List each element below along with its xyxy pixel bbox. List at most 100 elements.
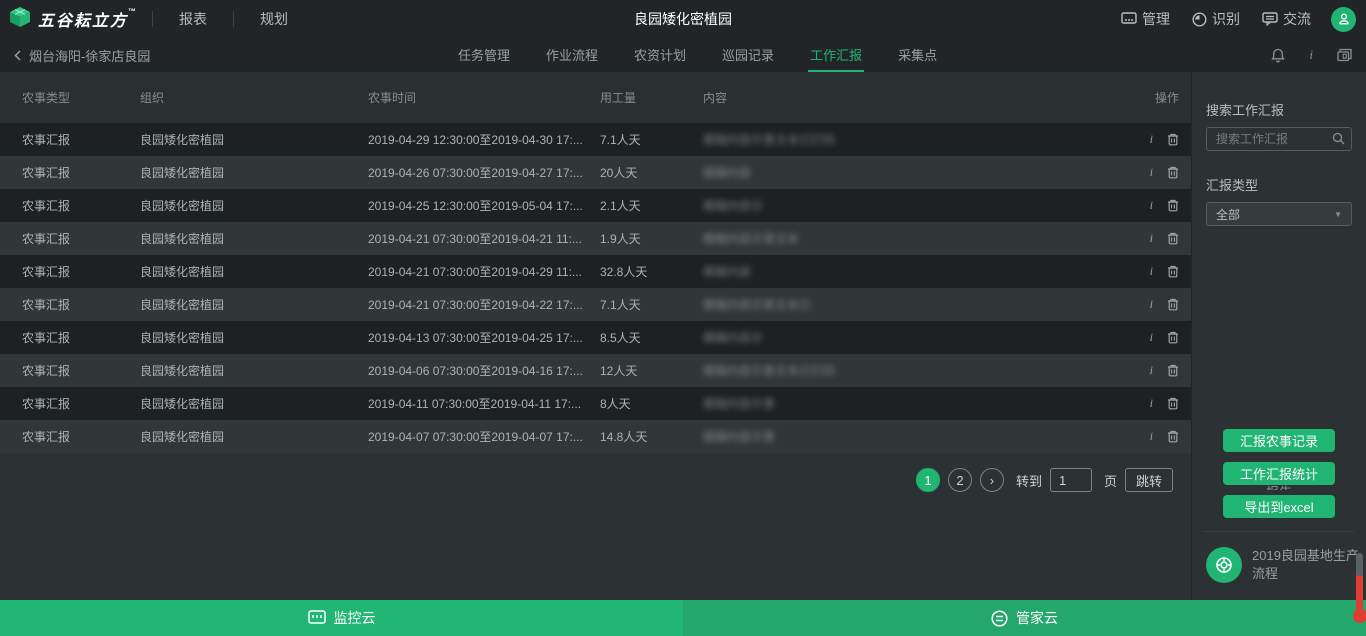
row-info-icon[interactable]: i xyxy=(1150,363,1153,378)
pagination: 12 › 转到 页 跳转 xyxy=(0,468,1191,492)
row-delete-icon[interactable] xyxy=(1167,397,1179,410)
butler-cloud-button[interactable]: 管家云 xyxy=(683,600,1366,636)
row-info-icon[interactable]: i xyxy=(1150,231,1153,246)
row-info-icon[interactable]: i xyxy=(1150,132,1153,147)
thermometer-bulb xyxy=(1353,609,1366,623)
panel-icon[interactable] xyxy=(1337,48,1352,62)
cell-time: 2019-04-13 07:30:00至2019-04-25 17:... xyxy=(368,329,600,346)
top-right-menu: 管理 识别 交流 xyxy=(1099,7,1356,32)
cell-content-blurred: 模糊内容 xyxy=(703,263,1109,280)
cell-labor: 8人天 xyxy=(600,395,703,412)
top-nav: 报表 规划 xyxy=(167,9,300,29)
row-delete-icon[interactable] xyxy=(1167,265,1179,278)
cell-ops: i xyxy=(1109,165,1179,180)
row-delete-icon[interactable] xyxy=(1167,166,1179,179)
jump-button[interactable]: 跳转 xyxy=(1125,468,1173,492)
next-page-button[interactable]: › xyxy=(980,468,1004,492)
page-button-1[interactable]: 1 xyxy=(916,468,940,492)
col-header-org: 组织 xyxy=(140,89,368,106)
bell-icon[interactable] xyxy=(1271,48,1285,63)
row-delete-icon[interactable] xyxy=(1167,331,1179,344)
process-shortcut[interactable]: 2019良园基地生产流程 xyxy=(1206,547,1362,583)
row-delete-icon[interactable] xyxy=(1167,232,1179,245)
info-icon[interactable]: i xyxy=(1309,47,1313,63)
row-info-icon[interactable]: i xyxy=(1150,264,1153,279)
table-row[interactable]: 农事汇报 良园矮化密植园 2019-04-21 07:30:00至2019-04… xyxy=(0,222,1191,255)
cell-type: 农事汇报 xyxy=(22,197,140,214)
row-delete-icon[interactable] xyxy=(1167,133,1179,146)
chat-menu-item[interactable]: 交流 xyxy=(1262,9,1311,29)
row-info-icon[interactable]: i xyxy=(1150,198,1153,213)
divider xyxy=(233,11,234,27)
sub-header-icons: i xyxy=(1247,47,1352,63)
chevron-left-icon xyxy=(14,50,21,61)
table-body: 农事汇报 良园矮化密植园 2019-04-29 12:30:00至2019-04… xyxy=(0,123,1191,453)
cell-labor: 8.5人天 xyxy=(600,329,703,346)
cell-content-blurred: 模糊内容 xyxy=(703,164,1109,181)
row-info-icon[interactable]: i xyxy=(1150,165,1153,180)
process-icon xyxy=(1206,547,1242,583)
right-sidebar: 搜索工作汇报 汇报类型 全部 ▼ 报告 汇报农事记录工作汇报统计导出到excel xyxy=(1191,72,1366,600)
sidebar-action-button-0[interactable]: 汇报农事记录 xyxy=(1223,429,1335,452)
butler-cloud-icon xyxy=(991,610,1008,627)
row-delete-icon[interactable] xyxy=(1167,199,1179,212)
sidebar-action-button-1[interactable]: 工作汇报统计 xyxy=(1223,462,1335,485)
page-number-input[interactable] xyxy=(1050,468,1092,492)
top-nav-item-0[interactable]: 报表 xyxy=(167,9,219,29)
row-info-icon[interactable]: i xyxy=(1150,396,1153,411)
table-row[interactable]: 农事汇报 良园矮化密植园 2019-04-13 07:30:00至2019-04… xyxy=(0,321,1191,354)
user-avatar[interactable] xyxy=(1331,7,1356,32)
row-delete-icon[interactable] xyxy=(1167,364,1179,377)
recognize-menu-item[interactable]: 识别 xyxy=(1192,9,1240,29)
cell-content-blurred: 模糊内容示意文本已打码 xyxy=(703,362,1109,379)
search-icon[interactable] xyxy=(1332,132,1345,150)
monitor-cloud-button[interactable]: 监控云 xyxy=(0,600,683,636)
cell-content-blurred: 模糊内容示意文本已打码 xyxy=(703,131,1109,148)
top-nav-item-1[interactable]: 规划 xyxy=(248,9,300,29)
farm-name: 烟台海阳-徐家店良园 xyxy=(29,46,150,65)
table-row[interactable]: 农事汇报 良园矮化密植园 2019-04-06 07:30:00至2019-04… xyxy=(0,354,1191,387)
cell-time: 2019-04-21 07:30:00至2019-04-22 17:... xyxy=(368,296,600,313)
table-row[interactable]: 农事汇报 良园矮化密植园 2019-04-11 07:30:00至2019-04… xyxy=(0,387,1191,420)
tab-2[interactable]: 农资计划 xyxy=(632,38,688,72)
tab-5[interactable]: 采集点 xyxy=(896,38,939,72)
back-button[interactable]: 烟台海阳-徐家店良园 xyxy=(14,46,150,65)
cell-org: 良园矮化密植园 xyxy=(140,197,368,214)
brand-name: 五谷耘立方™ xyxy=(38,7,138,31)
tab-0[interactable]: 任务管理 xyxy=(456,38,512,72)
app-window: 五谷耘立方™ 报表 规划 良园矮化密植园 管理 识别 xyxy=(0,0,1366,636)
table-row[interactable]: 农事汇报 良园矮化密植园 2019-04-21 07:30:00至2019-04… xyxy=(0,255,1191,288)
table-row[interactable]: 农事汇报 良园矮化密植园 2019-04-21 07:30:00至2019-04… xyxy=(0,288,1191,321)
cell-time: 2019-04-11 07:30:00至2019-04-11 17:... xyxy=(368,395,600,412)
divider xyxy=(152,11,153,27)
sidebar-action-button-2[interactable]: 导出到excel xyxy=(1223,495,1335,518)
report-type-select[interactable]: 全部 ▼ xyxy=(1206,202,1352,226)
table-row[interactable]: 农事汇报 良园矮化密植园 2019-04-25 12:30:00至2019-05… xyxy=(0,189,1191,222)
brand[interactable]: 五谷耘立方™ xyxy=(8,5,138,34)
cell-org: 良园矮化密植园 xyxy=(140,230,368,247)
person-icon xyxy=(1337,12,1351,26)
cell-time: 2019-04-06 07:30:00至2019-04-16 17:... xyxy=(368,362,600,379)
cell-time: 2019-04-26 07:30:00至2019-04-27 17:... xyxy=(368,164,600,181)
table-row[interactable]: 农事汇报 良园矮化密植园 2019-04-26 07:30:00至2019-04… xyxy=(0,156,1191,189)
search-input[interactable] xyxy=(1206,127,1352,151)
top-bar: 五谷耘立方™ 报表规划 良园矮化密植园 管理 识别 xyxy=(0,0,1366,38)
tab-3[interactable]: 巡园记录 xyxy=(720,38,776,72)
tab-4[interactable]: 工作汇报 xyxy=(808,38,864,72)
row-delete-icon[interactable] xyxy=(1167,430,1179,443)
table-row[interactable]: 农事汇报 良园矮化密植园 2019-04-07 07:30:00至2019-04… xyxy=(0,420,1191,453)
row-delete-icon[interactable] xyxy=(1167,298,1179,311)
butler-cloud-label: 管家云 xyxy=(1016,608,1058,628)
page-buttons: 12 xyxy=(916,468,972,492)
tab-1[interactable]: 作业流程 xyxy=(544,38,600,72)
row-info-icon[interactable]: i xyxy=(1150,297,1153,312)
row-info-icon[interactable]: i xyxy=(1150,429,1153,444)
manage-label: 管理 xyxy=(1142,9,1170,29)
manage-icon xyxy=(1121,12,1137,26)
logo-cube-icon xyxy=(8,5,32,34)
sub-header: 烟台海阳-徐家店良园 任务管理作业流程农资计划巡园记录工作汇报采集点 i xyxy=(0,38,1366,72)
table-row[interactable]: 农事汇报 良园矮化密植园 2019-04-29 12:30:00至2019-04… xyxy=(0,123,1191,156)
manage-menu-item[interactable]: 管理 xyxy=(1121,9,1170,29)
row-info-icon[interactable]: i xyxy=(1150,330,1153,345)
page-button-2[interactable]: 2 xyxy=(948,468,972,492)
